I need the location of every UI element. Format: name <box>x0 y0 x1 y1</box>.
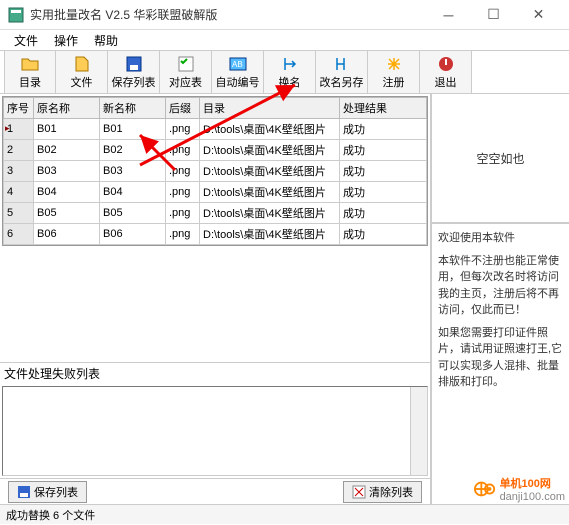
svg-text:AB: AB <box>232 60 243 69</box>
tool-savelist[interactable]: 保存列表 <box>108 51 160 93</box>
welcome-text: 欢迎使用本软件 <box>438 230 563 247</box>
watermark-logo-icon <box>474 478 496 500</box>
close-button[interactable]: ✕ <box>516 0 561 30</box>
col-old[interactable]: 原名称 <box>34 98 100 119</box>
tool-reg[interactable]: 注册 <box>368 51 420 93</box>
info-p1: 本软件不注册也能正常使用，但每次改名时将访问我的主页，注册后将不再访问，仅此而已… <box>438 253 563 319</box>
col-result[interactable]: 处理结果 <box>340 98 427 119</box>
app-icon <box>8 7 24 23</box>
minimize-button[interactable]: ─ <box>426 0 471 30</box>
info-p2: 如果您需要打印证件照片，请试用证照速打王,它可以实现多人混排、批量排版和打印。 <box>438 325 563 391</box>
tag-ab-icon: AB <box>229 55 247 73</box>
clear-list-button[interactable]: 清除列表 <box>343 481 422 503</box>
table-row[interactable]: 4B04B04.pngD:\tools\桌面\4K壁纸图片成功 <box>4 182 427 203</box>
fail-list[interactable] <box>2 386 428 476</box>
table-row[interactable]: 6B06B06.pngD:\tools\桌面\4K壁纸图片成功 <box>4 224 427 245</box>
maximize-button[interactable]: ☐ <box>471 0 516 30</box>
col-no[interactable]: 序号 <box>4 98 34 119</box>
file-table[interactable]: 序号 原名称 新名称 后缀 目录 处理结果 1B01B01.pngD:\tool… <box>2 96 428 246</box>
folder-open-icon <box>21 55 39 73</box>
tool-map[interactable]: 对应表 <box>160 51 212 93</box>
asterisk-icon <box>385 55 403 73</box>
watermark: 单机100网 danji100.com <box>474 475 565 503</box>
titlebar: 实用批量改名 V2.5 华彩联盟破解版 ─ ☐ ✕ <box>0 0 569 30</box>
col-dir[interactable]: 目录 <box>200 98 340 119</box>
watermark-brand: 单机100网 <box>500 475 565 491</box>
tool-auto[interactable]: AB自动编号 <box>212 51 264 93</box>
col-new[interactable]: 新名称 <box>100 98 166 119</box>
rename-icon <box>281 55 299 73</box>
checklist-icon <box>177 55 195 73</box>
table-row[interactable]: 1B01B01.pngD:\tools\桌面\4K壁纸图片成功 <box>4 119 427 140</box>
tool-saveas[interactable]: 改名另存 <box>316 51 368 93</box>
tool-exit[interactable]: 退出 <box>420 51 472 93</box>
window-title: 实用批量改名 V2.5 华彩联盟破解版 <box>30 6 426 23</box>
menu-file[interactable]: 文件 <box>6 30 46 51</box>
save-list-button[interactable]: 保存列表 <box>8 481 87 503</box>
col-ext[interactable]: 后缀 <box>166 98 200 119</box>
tool-file[interactable]: 文件 <box>56 51 108 93</box>
saveas-icon <box>333 55 351 73</box>
table-row[interactable]: 5B05B05.pngD:\tools\桌面\4K壁纸图片成功 <box>4 203 427 224</box>
table-row[interactable]: 3B03B03.pngD:\tools\桌面\4K壁纸图片成功 <box>4 161 427 182</box>
exit-icon <box>437 55 455 73</box>
watermark-url: danji100.com <box>500 491 565 503</box>
menu-help[interactable]: 帮助 <box>86 30 126 51</box>
tool-rename[interactable]: 换名 <box>264 51 316 93</box>
file-icon <box>73 55 91 73</box>
preview-empty: 空空如也 <box>432 94 569 224</box>
fail-list-label: 文件处理失败列表 <box>0 362 430 384</box>
save-icon <box>125 55 143 73</box>
menubar: 文件 操作 帮助 <box>0 30 569 50</box>
table-row[interactable]: 2B02B02.pngD:\tools\桌面\4K壁纸图片成功 <box>4 140 427 161</box>
menu-op[interactable]: 操作 <box>46 30 86 51</box>
toolbar: 目录 文件 保存列表 对应表 AB自动编号 换名 改名另存 注册 退出 <box>0 50 569 94</box>
info-panel: 欢迎使用本软件 本软件不注册也能正常使用，但每次改名时将访问我的主页，注册后将不… <box>432 224 569 504</box>
status-text: 成功替换 6 个文件 <box>6 507 95 523</box>
status-bar: 成功替换 6 个文件 <box>0 504 569 524</box>
tool-dir[interactable]: 目录 <box>4 51 56 93</box>
